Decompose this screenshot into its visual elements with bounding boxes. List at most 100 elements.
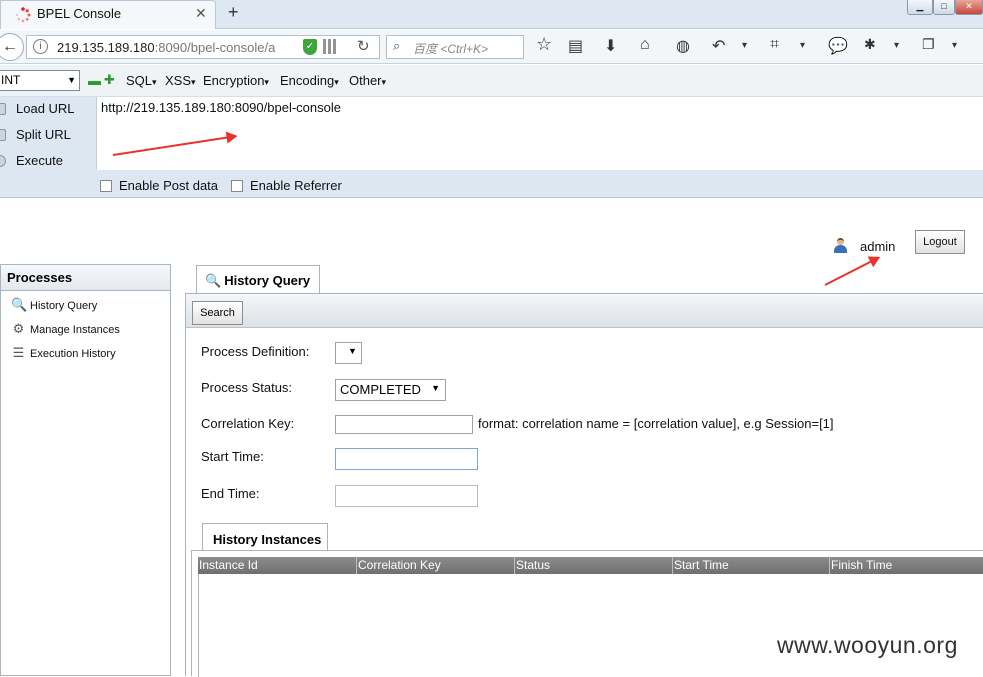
enable-referrer-checkbox[interactable]: Enable Referrer: [231, 178, 342, 193]
chevron-down-icon: ▼: [348, 346, 357, 356]
tab-history-query[interactable]: 🔍 History Query: [196, 265, 320, 293]
browser-tab[interactable]: BPEL Console ✕: [0, 0, 216, 29]
minus-icon[interactable]: ▬: [88, 73, 101, 88]
split-url-label: Split URL: [16, 127, 71, 142]
undo-icon[interactable]: ↶: [712, 36, 725, 56]
load-url-icon: [0, 103, 6, 115]
column-header-finish-time[interactable]: Finish Time: [829, 557, 983, 574]
menu-label: Encoding: [280, 73, 335, 88]
tab-close-icon[interactable]: ✕: [195, 5, 207, 22]
menu-chevron-icon[interactable]: ▾: [952, 40, 957, 51]
sidebar-item-execution-history[interactable]: ☰ Execution History: [11, 345, 116, 361]
chevron-down-icon[interactable]: ▾: [800, 40, 805, 51]
load-url-button[interactable]: Load URL: [0, 101, 75, 116]
window-controls: ▁ □ ✕: [907, 0, 983, 17]
tab-label: History Query: [224, 273, 311, 288]
split-url-button[interactable]: Split URL: [0, 127, 71, 142]
caret-icon: ▾: [264, 77, 269, 87]
encoding-select[interactable]: INT ▼: [0, 70, 80, 91]
tab-title: BPEL Console: [37, 6, 122, 21]
gears-icon: ⚙: [12, 321, 25, 336]
sidebar-item-manage-instances[interactable]: ⚙ Manage Instances: [11, 321, 120, 337]
checkbox-box[interactable]: [231, 180, 243, 192]
download-icon[interactable]: ⬇: [604, 36, 617, 56]
menu-other[interactable]: Other▾: [349, 73, 386, 88]
encoding-select-value: INT: [1, 73, 21, 87]
plus-icon[interactable]: ✚: [104, 72, 115, 88]
start-time-input[interactable]: [335, 448, 478, 470]
column-header-correlation-key[interactable]: Correlation Key: [356, 557, 514, 574]
browser-tab-bar: BPEL Console ✕ + ▁ □ ✕: [0, 0, 983, 29]
enable-post-checkbox[interactable]: Enable Post data: [100, 178, 218, 193]
chevron-down-icon: ▼: [67, 75, 76, 85]
watermark: www.wooyun.org: [777, 632, 958, 658]
search-bar[interactable]: ⌕ 百度 <Ctrl+K>: [386, 35, 524, 59]
process-status-select[interactable]: COMPLETED ▼: [335, 379, 446, 401]
hackbar-url-value: http://219.135.189.180:8090/bpel-console: [101, 100, 341, 115]
split-url-icon: [0, 129, 6, 141]
back-button[interactable]: ←: [0, 33, 24, 61]
execute-icon: [0, 155, 6, 167]
menu-encoding[interactable]: Encoding▾: [280, 73, 339, 88]
logout-button[interactable]: Logout: [915, 230, 965, 254]
magnifier-icon: 🔍: [205, 273, 222, 288]
reading-list-icon[interactable]: ▤: [568, 36, 583, 56]
menu-sql[interactable]: SQL▾: [126, 73, 157, 88]
sidebar-item-history-query[interactable]: 🔍 History Query: [11, 297, 97, 313]
new-tab-button[interactable]: +: [228, 2, 239, 23]
menu-label: Encryption: [203, 73, 265, 88]
page-icon[interactable]: ❐: [922, 36, 935, 53]
end-time-input[interactable]: [335, 485, 478, 507]
chat-bubble-icon[interactable]: 💬: [828, 36, 848, 56]
home-icon[interactable]: ⌂: [640, 36, 650, 54]
chevron-down-icon[interactable]: ▾: [894, 40, 899, 51]
sidebar-item-label: History Query: [30, 300, 98, 312]
url-bar[interactable]: i 219.135.189.180:8090/bpel-console/a ✓ …: [26, 35, 380, 59]
crop-icon[interactable]: ⌗: [770, 36, 779, 54]
process-status-value: COMPLETED: [340, 382, 421, 397]
menu-xss[interactable]: XSS▾: [165, 73, 196, 88]
loading-spinner-icon: [15, 7, 31, 23]
magnifier-icon: 🔍: [11, 297, 28, 312]
url-text[interactable]: 219.135.189.180:8090/bpel-console/a: [57, 40, 275, 55]
correlation-key-label: Correlation Key:: [201, 416, 295, 431]
enable-post-label: Enable Post data: [119, 178, 219, 193]
reload-icon[interactable]: ↻: [357, 37, 370, 55]
processes-sidebar: Processes 🔍 History Query ⚙ Manage Instanc…: [0, 264, 171, 676]
shield-icon[interactable]: ✓: [303, 39, 317, 55]
execute-button[interactable]: Execute: [0, 153, 63, 168]
close-window-icon[interactable]: ✕: [955, 0, 983, 15]
correlation-key-input[interactable]: [335, 415, 473, 434]
process-definition-select[interactable]: ▼: [335, 342, 362, 364]
menu-label: Other: [349, 73, 382, 88]
caret-icon: ▾: [191, 77, 196, 87]
instances-grid-body: [198, 574, 983, 677]
execute-label: Execute: [16, 153, 63, 168]
caret-icon: ▾: [381, 77, 387, 87]
database-icon: ☰: [12, 345, 25, 360]
sidebar-item-label: Manage Instances: [30, 324, 120, 336]
sidebar-title: Processes: [1, 265, 170, 291]
user-icon: [834, 238, 847, 253]
menu-encryption[interactable]: Encryption▾: [203, 73, 269, 88]
globe-icon[interactable]: ◍: [676, 36, 690, 56]
checkbox-box[interactable]: [100, 180, 112, 192]
process-definition-label: Process Definition:: [201, 344, 310, 359]
bug-icon[interactable]: ✱: [864, 36, 876, 53]
chevron-down-icon[interactable]: ▾: [742, 40, 747, 51]
url-path: :8090/bpel-console/a: [154, 40, 276, 55]
maximize-icon[interactable]: □: [933, 0, 955, 15]
column-header-instance-id[interactable]: Instance Id: [198, 557, 356, 574]
column-header-status[interactable]: Status: [514, 557, 672, 574]
bookmark-star-icon[interactable]: ☆: [536, 34, 552, 55]
search-button[interactable]: Search: [192, 301, 243, 325]
start-time-label: Start Time:: [201, 449, 264, 464]
url-host: 219.135.189.180: [57, 40, 155, 55]
qr-code-icon[interactable]: [323, 39, 338, 54]
column-header-start-time[interactable]: Start Time: [672, 557, 829, 574]
info-icon[interactable]: i: [33, 39, 48, 54]
caret-icon: ▾: [334, 77, 339, 87]
tab-history-instances[interactable]: History Instances: [202, 523, 328, 550]
minimize-icon[interactable]: ▁: [907, 0, 933, 15]
search-placeholder: 百度 <Ctrl+K>: [413, 42, 489, 56]
